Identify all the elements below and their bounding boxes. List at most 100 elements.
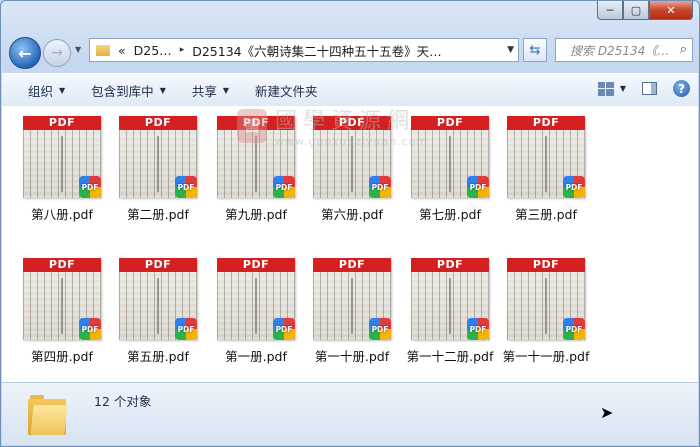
preview-pane-button[interactable] bbox=[642, 82, 657, 95]
pdf-thumbnail: PDF PDF bbox=[411, 116, 489, 198]
address-bar[interactable]: « D25… ▸ D25134《六朝诗集二十四种五十五卷》天… ▼ bbox=[89, 38, 519, 62]
pdf-band-label: PDF bbox=[119, 258, 197, 272]
file-item[interactable]: PDF PDF 第一册.pdf bbox=[206, 258, 306, 365]
file-name: 第一十一册.pdf bbox=[502, 349, 590, 364]
file-name: 第四册.pdf bbox=[31, 349, 93, 364]
help-icon[interactable]: ? bbox=[673, 80, 690, 97]
breadcrumb-current[interactable]: D25134《六朝诗集二十四种五十五卷》天… bbox=[192, 41, 441, 60]
folder-icon bbox=[28, 393, 68, 437]
pdf-band-label: PDF bbox=[411, 116, 489, 130]
file-name: 第五册.pdf bbox=[127, 349, 189, 364]
explorer-window: ─ ▢ ✕ ← → ▼ « D25… ▸ D25134《六朝诗集二十四种五十五卷… bbox=[0, 0, 700, 447]
pdf-thumbnail: PDF PDF bbox=[23, 258, 101, 340]
search-icon[interactable]: ⌕ bbox=[680, 42, 687, 57]
refresh-button[interactable]: ⇆ bbox=[523, 38, 547, 62]
caption-buttons: ─ ▢ ✕ bbox=[597, 1, 693, 20]
include-in-library-button[interactable]: 包含到库中 ▼ bbox=[91, 81, 166, 100]
pdf-app-icon: PDF bbox=[79, 176, 101, 198]
pdf-band-label: PDF bbox=[313, 116, 391, 130]
file-item[interactable]: PDF PDF 第二册.pdf bbox=[108, 116, 208, 223]
forward-button[interactable]: → bbox=[43, 39, 71, 67]
pdf-app-icon: PDF bbox=[273, 176, 295, 198]
file-name: 第八册.pdf bbox=[31, 207, 93, 222]
pdf-app-icon: PDF bbox=[175, 318, 197, 340]
pdf-app-icon: PDF bbox=[273, 318, 295, 340]
pdf-band-label: PDF bbox=[411, 258, 489, 272]
pdf-thumbnail: PDF PDF bbox=[217, 258, 295, 340]
change-view-button[interactable]: ▼ bbox=[597, 81, 626, 96]
file-list: PDF PDF 第八册.pdf PDF PDF 第二册.pdf PDF PDF 第九册.pdf P… bbox=[2, 106, 698, 382]
folder-icon bbox=[96, 44, 110, 56]
breadcrumb-overflow[interactable]: « bbox=[118, 43, 126, 58]
pdf-thumbnail: PDF PDF bbox=[119, 258, 197, 340]
breadcrumb-parent[interactable]: D25… bbox=[134, 43, 172, 58]
pdf-thumbnail: PDF PDF bbox=[411, 258, 489, 340]
file-name: 第一册.pdf bbox=[225, 349, 287, 364]
organize-label: 组织 bbox=[28, 83, 54, 99]
file-name: 第九册.pdf bbox=[225, 207, 287, 222]
pdf-app-icon: PDF bbox=[563, 318, 585, 340]
file-item[interactable]: PDF PDF 第一十一册.pdf bbox=[496, 258, 596, 365]
navigation-bar: ← → ▼ « D25… ▸ D25134《六朝诗集二十四种五十五卷》天… ▼ … bbox=[9, 35, 693, 69]
pdf-band-label: PDF bbox=[313, 258, 391, 272]
file-name: 第六册.pdf bbox=[321, 207, 383, 222]
file-item[interactable]: PDF PDF 第六册.pdf bbox=[302, 116, 402, 223]
recent-pages-dropdown[interactable]: ▼ bbox=[75, 45, 81, 54]
file-item[interactable]: PDF PDF 第五册.pdf bbox=[108, 258, 208, 365]
new-folder-label: 新建文件夹 bbox=[255, 83, 318, 99]
pdf-band-label: PDF bbox=[23, 116, 101, 130]
address-dropdown-icon[interactable]: ▼ bbox=[507, 45, 514, 55]
file-item[interactable]: PDF PDF 第一十册.pdf bbox=[302, 258, 402, 365]
arrow-right-icon: → bbox=[51, 45, 63, 61]
organize-button[interactable]: 组织 ▼ bbox=[28, 81, 65, 100]
pdf-app-icon: PDF bbox=[175, 176, 197, 198]
view-grid-icon bbox=[597, 81, 614, 96]
pdf-band-label: PDF bbox=[507, 116, 585, 130]
pdf-thumbnail: PDF PDF bbox=[313, 116, 391, 198]
file-item[interactable]: PDF PDF 第九册.pdf bbox=[206, 116, 306, 223]
search-placeholder: 搜索 D25134《… bbox=[570, 43, 670, 58]
file-name: 第一十册.pdf bbox=[314, 349, 390, 364]
pdf-app-icon: PDF bbox=[79, 318, 101, 340]
file-name: 第一十二册.pdf bbox=[406, 349, 494, 364]
file-item[interactable]: PDF PDF 第四册.pdf bbox=[12, 258, 112, 365]
pdf-thumbnail: PDF PDF bbox=[507, 116, 585, 198]
file-name: 第七册.pdf bbox=[419, 207, 481, 222]
new-folder-button[interactable]: 新建文件夹 bbox=[255, 81, 318, 100]
close-button[interactable]: ✕ bbox=[649, 1, 693, 20]
include-in-library-label: 包含到库中 bbox=[91, 83, 154, 99]
share-label: 共享 bbox=[191, 83, 217, 99]
pdf-band-label: PDF bbox=[507, 258, 585, 272]
command-bar: 组织 ▼ 包含到库中 ▼ 共享 ▼ 新建文件夹 ▼ ? bbox=[2, 73, 698, 107]
arrow-left-icon: ← bbox=[18, 43, 32, 63]
pdf-app-icon: PDF bbox=[369, 176, 391, 198]
pdf-thumbnail: PDF PDF bbox=[119, 116, 197, 198]
file-item[interactable]: PDF PDF 第七册.pdf bbox=[400, 116, 500, 223]
item-count: 12 个对象 bbox=[94, 394, 152, 409]
pdf-thumbnail: PDF PDF bbox=[23, 116, 101, 198]
mouse-cursor-icon: ➤ bbox=[600, 403, 614, 422]
pdf-band-label: PDF bbox=[217, 258, 295, 272]
file-item[interactable]: PDF PDF 第一十二册.pdf bbox=[400, 258, 500, 365]
file-item[interactable]: PDF PDF 第三册.pdf bbox=[496, 116, 596, 223]
maximize-button[interactable]: ▢ bbox=[623, 1, 649, 20]
chevron-down-icon: ▼ bbox=[59, 85, 66, 95]
file-name: 第二册.pdf bbox=[127, 207, 189, 222]
chevron-down-icon: ▼ bbox=[222, 85, 230, 95]
pdf-band-label: PDF bbox=[23, 258, 101, 272]
search-input[interactable]: 搜索 D25134《… ⌕ bbox=[555, 38, 693, 62]
chevron-down-icon: ▼ bbox=[619, 84, 626, 93]
pdf-band-label: PDF bbox=[119, 116, 197, 130]
view-controls: ▼ ? bbox=[597, 80, 690, 97]
back-button[interactable]: ← bbox=[9, 37, 41, 69]
file-item[interactable]: PDF PDF 第八册.pdf bbox=[12, 116, 112, 223]
pdf-thumbnail: PDF PDF bbox=[313, 258, 391, 340]
minimize-button[interactable]: ─ bbox=[597, 1, 623, 20]
details-pane: 12 个对象 ➤ bbox=[2, 382, 698, 445]
refresh-icon: ⇆ bbox=[529, 42, 541, 58]
share-button[interactable]: 共享 ▼ bbox=[192, 81, 229, 100]
pdf-app-icon: PDF bbox=[467, 176, 489, 198]
pdf-app-icon: PDF bbox=[467, 318, 489, 340]
breadcrumb-separator[interactable]: ▸ bbox=[180, 45, 185, 55]
pdf-app-icon: PDF bbox=[369, 318, 391, 340]
